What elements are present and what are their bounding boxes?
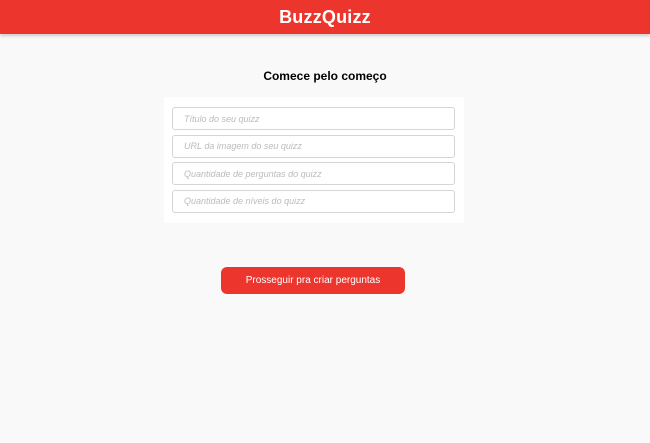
question-count-input[interactable]: [172, 162, 455, 185]
quiz-image-url-input[interactable]: [172, 134, 455, 158]
quiz-title-input[interactable]: [172, 107, 455, 130]
proceed-to-questions-button[interactable]: Prosseguir pra criar perguntas: [221, 267, 405, 294]
app-header: BuzzQuizz: [0, 0, 650, 34]
level-count-input[interactable]: [172, 189, 455, 213]
app-title: BuzzQuizz: [279, 6, 371, 27]
page-title: Comece pelo começo: [263, 69, 387, 83]
quiz-info-form: [164, 97, 464, 223]
